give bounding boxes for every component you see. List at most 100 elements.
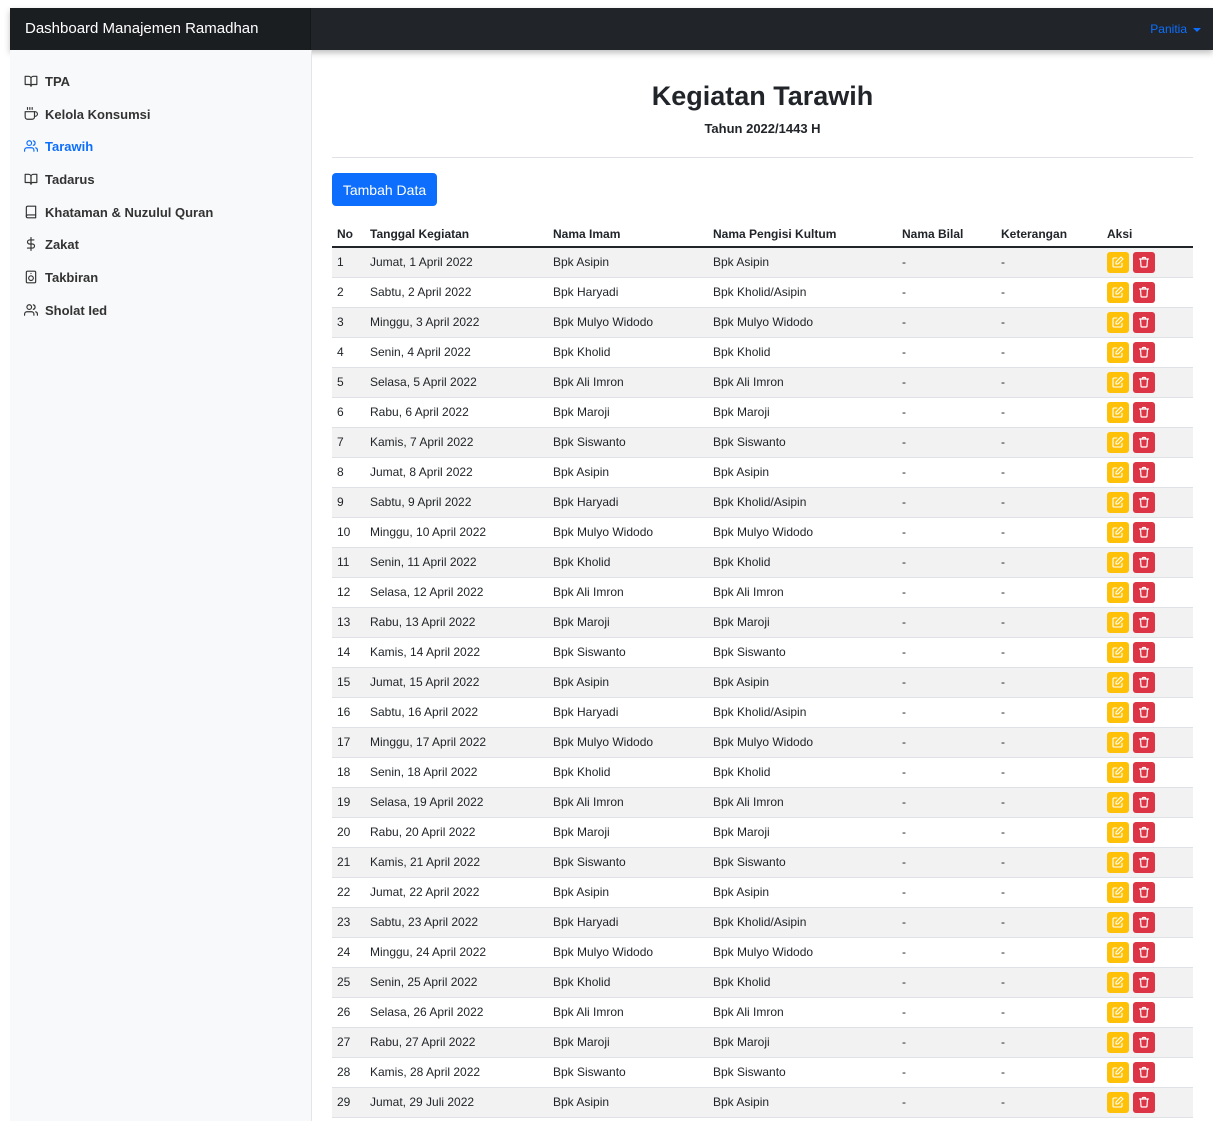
edit-button[interactable]	[1107, 941, 1129, 963]
sidebar-item-khataman[interactable]: Khataman & Nuzulul Quran	[24, 200, 213, 224]
cell-kultum: Bpk Asipin	[708, 667, 897, 698]
delete-button[interactable]	[1133, 521, 1155, 543]
delete-button[interactable]	[1133, 431, 1155, 453]
edit-button[interactable]	[1107, 551, 1129, 573]
sidebar-item-sholat-ied[interactable]: Sholat Ied	[24, 298, 107, 322]
edit-button[interactable]	[1107, 911, 1129, 933]
edit-button[interactable]	[1107, 761, 1129, 783]
delete-button[interactable]	[1133, 461, 1155, 483]
delete-button[interactable]	[1133, 761, 1155, 783]
speaker-icon	[25, 270, 37, 284]
edit-button[interactable]	[1107, 791, 1129, 813]
delete-button[interactable]	[1133, 371, 1155, 393]
delete-button[interactable]	[1133, 701, 1155, 723]
edit-button[interactable]	[1107, 821, 1129, 843]
cell-no: 2	[332, 277, 365, 308]
delete-button[interactable]	[1133, 911, 1155, 933]
edit-icon	[1112, 256, 1124, 268]
delete-button[interactable]	[1133, 941, 1155, 963]
users-icon	[24, 140, 38, 152]
delete-button[interactable]	[1133, 971, 1155, 993]
delete-button[interactable]	[1133, 821, 1155, 843]
delete-button[interactable]	[1133, 1061, 1155, 1083]
edit-button[interactable]	[1107, 1061, 1129, 1083]
sidebar-item-label: Tadarus	[45, 171, 95, 187]
delete-button[interactable]	[1133, 341, 1155, 363]
edit-button[interactable]	[1107, 581, 1129, 603]
delete-button[interactable]	[1133, 641, 1155, 663]
edit-button[interactable]	[1107, 731, 1129, 753]
edit-button[interactable]	[1107, 461, 1129, 483]
cell-keterangan: -	[996, 487, 1102, 518]
edit-button[interactable]	[1107, 971, 1129, 993]
delete-button[interactable]	[1133, 281, 1155, 303]
cell-kultum: Bpk Kholid	[708, 757, 897, 788]
delete-button[interactable]	[1133, 251, 1155, 273]
delete-button[interactable]	[1133, 731, 1155, 753]
user-dropdown[interactable]: Panitia	[1150, 8, 1201, 50]
sidebar-item-tadarus[interactable]: Tadarus	[24, 167, 95, 191]
delete-button[interactable]	[1133, 551, 1155, 573]
cell-tanggal: Jumat, 22 April 2022	[365, 877, 548, 908]
edit-button[interactable]	[1107, 311, 1129, 333]
delete-button[interactable]	[1133, 1031, 1155, 1053]
cell-keterangan: -	[996, 337, 1102, 368]
cell-no: 14	[332, 637, 365, 668]
delete-button[interactable]	[1133, 881, 1155, 903]
cell-tanggal: Kamis, 21 April 2022	[365, 847, 548, 878]
trash-icon	[1138, 616, 1150, 628]
cell-bilal: -	[897, 877, 996, 908]
cell-no: 3	[332, 307, 365, 338]
edit-button[interactable]	[1107, 881, 1129, 903]
edit-button[interactable]	[1107, 521, 1129, 543]
cell-kultum: Bpk Kholid/Asipin	[708, 907, 897, 938]
cell-kultum: Bpk Maroji	[708, 607, 897, 638]
edit-button[interactable]	[1107, 491, 1129, 513]
edit-button[interactable]	[1107, 371, 1129, 393]
edit-button[interactable]	[1107, 251, 1129, 273]
edit-button[interactable]	[1107, 431, 1129, 453]
edit-button[interactable]	[1107, 671, 1129, 693]
cell-keterangan: -	[996, 247, 1102, 278]
cell-kultum: Bpk Ali Imron	[708, 577, 897, 608]
cell-tanggal: Rabu, 13 April 2022	[365, 607, 548, 638]
edit-button[interactable]	[1107, 641, 1129, 663]
sidebar-item-tpa[interactable]: TPA	[24, 69, 70, 93]
delete-button[interactable]	[1133, 611, 1155, 633]
page-title: Kegiatan Tarawih	[651, 81, 874, 111]
cell-no: 19	[332, 787, 365, 818]
cell-imam: Bpk Maroji	[548, 1027, 708, 1058]
app-title[interactable]: Dashboard Manajemen Ramadhan	[10, 8, 311, 50]
trash-icon	[1138, 556, 1150, 568]
sidebar-item-zakat[interactable]: Zakat	[24, 232, 79, 256]
edit-button[interactable]	[1107, 1031, 1129, 1053]
cell-tanggal: Rabu, 20 April 2022	[365, 817, 548, 848]
delete-button[interactable]	[1133, 311, 1155, 333]
trash-icon	[1138, 316, 1150, 328]
cell-bilal: -	[897, 637, 996, 668]
cell-bilal: -	[897, 727, 996, 758]
cell-aksi	[1102, 997, 1193, 1028]
delete-button[interactable]	[1133, 851, 1155, 873]
edit-button[interactable]	[1107, 1001, 1129, 1023]
sidebar-item-tarawih[interactable]: Tarawih	[24, 134, 93, 158]
edit-button[interactable]	[1107, 611, 1129, 633]
delete-button[interactable]	[1133, 491, 1155, 513]
edit-button[interactable]	[1107, 281, 1129, 303]
add-data-button[interactable]: Tambah Data	[332, 173, 437, 206]
edit-icon	[1112, 286, 1124, 298]
edit-button[interactable]	[1107, 341, 1129, 363]
edit-button[interactable]	[1107, 851, 1129, 873]
trash-icon	[1138, 916, 1150, 928]
delete-button[interactable]	[1133, 581, 1155, 603]
edit-button[interactable]	[1107, 401, 1129, 423]
sidebar-item-takbiran[interactable]: Takbiran	[24, 265, 98, 289]
delete-button[interactable]	[1133, 791, 1155, 813]
delete-button[interactable]	[1133, 401, 1155, 423]
delete-button[interactable]	[1133, 671, 1155, 693]
sidebar-item-kelola-konsumsi[interactable]: Kelola Konsumsi	[24, 102, 150, 126]
edit-button[interactable]	[1107, 701, 1129, 723]
delete-button[interactable]	[1133, 1001, 1155, 1023]
delete-button[interactable]	[1133, 1091, 1155, 1113]
edit-button[interactable]	[1107, 1091, 1129, 1113]
